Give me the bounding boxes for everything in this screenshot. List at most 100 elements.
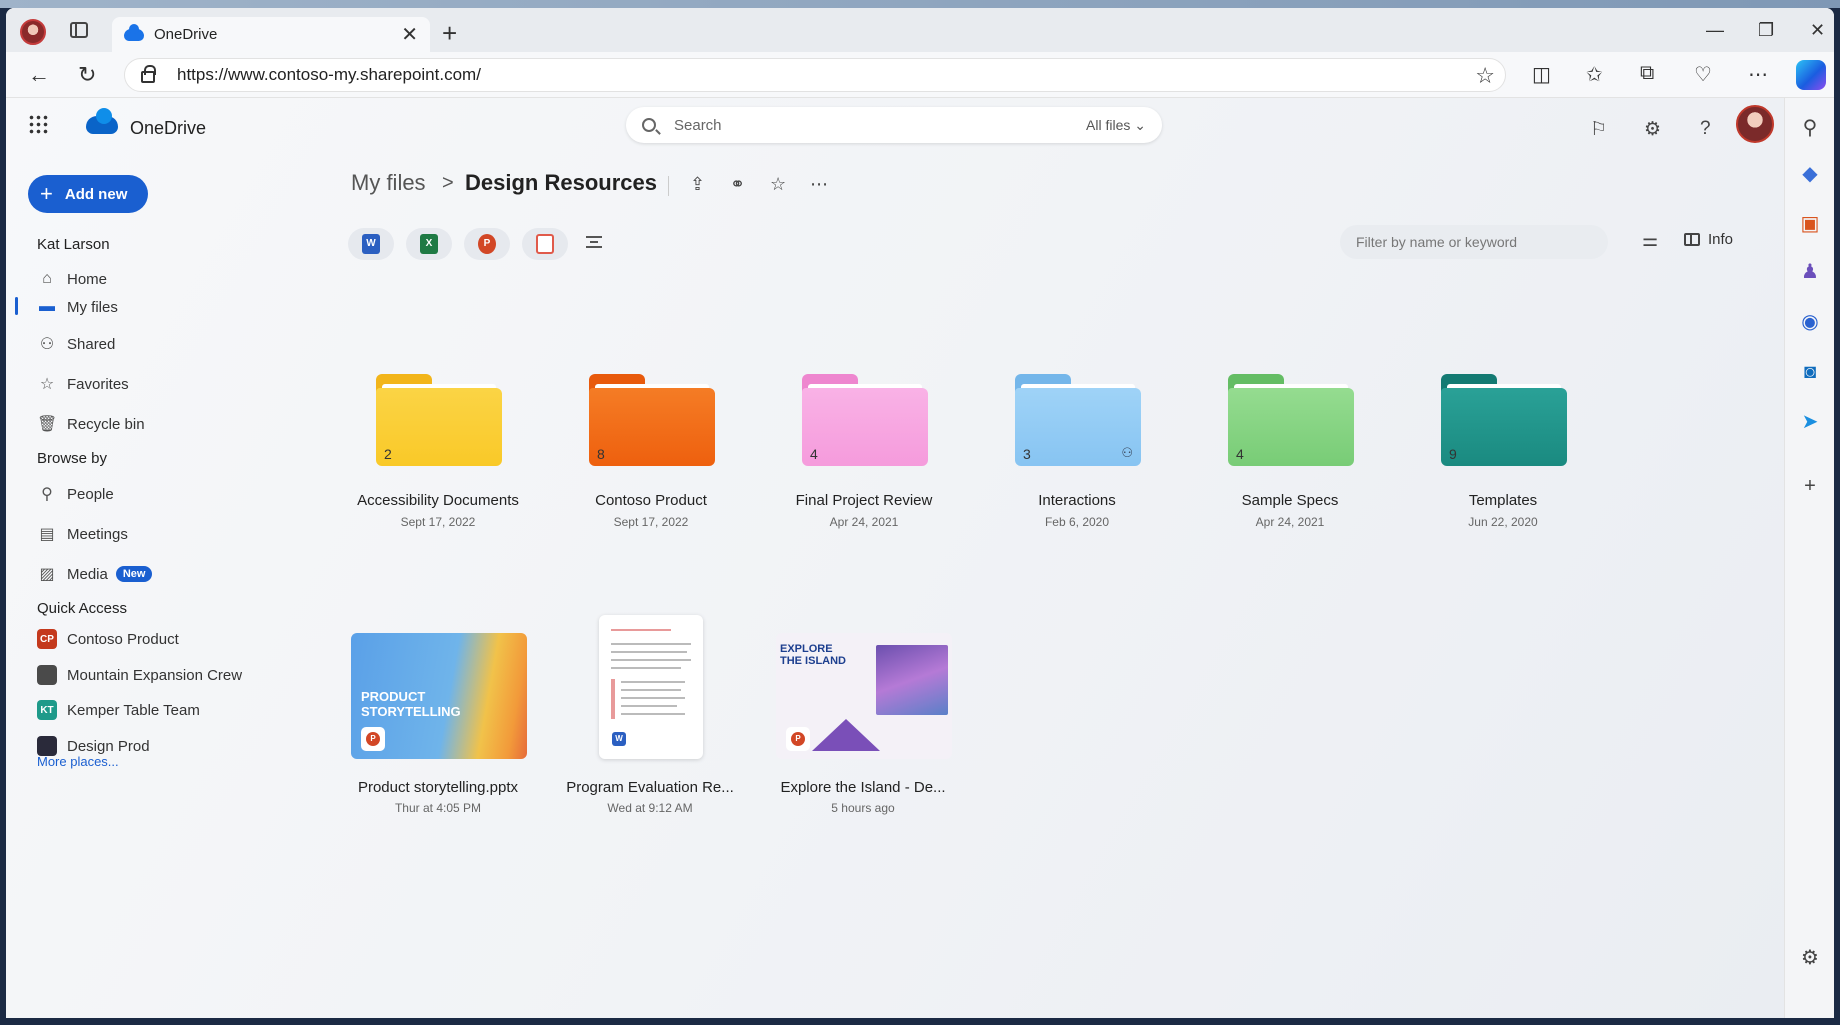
- quick-access-contoso-product[interactable]: CP Contoso Product: [37, 626, 179, 652]
- flag-icon[interactable]: ⚐: [1590, 118, 1607, 141]
- site-logo-icon: CP: [37, 629, 57, 649]
- folder-accessibility-documents[interactable]: 2 Accessibility Documents Sept 17, 2022: [338, 344, 538, 544]
- filter-keyword-input[interactable]: [1340, 225, 1608, 259]
- app-title[interactable]: OneDrive: [130, 118, 206, 139]
- info-button[interactable]: Info: [1684, 231, 1733, 248]
- quick-access-mountain-expansion-crew[interactable]: Mountain Expansion Crew: [37, 662, 242, 688]
- quick-access-kemper-table-team[interactable]: KT Kemper Table Team: [37, 697, 200, 723]
- help-icon[interactable]: ?: [1700, 118, 1711, 140]
- sidebar-item-label: Meetings: [67, 525, 128, 543]
- search-icon[interactable]: ⚲: [1798, 116, 1822, 140]
- file-date: Wed at 9:12 AM: [607, 801, 693, 815]
- sidebar-item-people[interactable]: ⚲ People: [37, 481, 114, 507]
- collections-icon[interactable]: ⧉: [1640, 62, 1654, 85]
- tab-actions-icon[interactable]: [70, 22, 88, 38]
- powerpoint-icon: P: [361, 727, 385, 751]
- sidebar-item-my-files[interactable]: ▬ My files: [37, 294, 118, 320]
- folder-name: Sample Specs: [1241, 492, 1339, 509]
- close-window-button[interactable]: ✕: [1810, 20, 1825, 41]
- folder-date: Sept 17, 2022: [400, 515, 476, 529]
- settings-gear-icon[interactable]: ⚙: [1798, 946, 1822, 970]
- new-tab-button[interactable]: +: [442, 18, 457, 49]
- app-launcher-icon[interactable]: [28, 114, 48, 134]
- new-badge: New: [115, 566, 153, 582]
- settings-gear-icon[interactable]: ⚙: [1644, 118, 1661, 141]
- file-explore-the-island[interactable]: EXPLORE THE ISLAND P Explore the Island -…: [756, 603, 956, 815]
- sidebar-item-media[interactable]: ▨ Media New: [37, 561, 153, 587]
- browser-essentials-icon[interactable]: ♡: [1694, 62, 1712, 87]
- quick-access-heading: Quick Access: [37, 600, 128, 617]
- tag-icon[interactable]: ◆: [1798, 162, 1822, 186]
- sidebar-item-shared[interactable]: ⚇ Shared: [37, 331, 116, 357]
- pdf-filter-button[interactable]: [522, 228, 568, 260]
- persona-icon[interactable]: ♟: [1798, 260, 1822, 284]
- folder-contoso-product[interactable]: 8 Contoso Product Sept 17, 2022: [551, 344, 751, 544]
- folder-final-project-review[interactable]: 4 Final Project Review Apr 24, 2021: [764, 344, 964, 544]
- browse-by-heading: Browse by: [37, 450, 108, 467]
- favorite-star-icon[interactable]: ☆: [770, 174, 786, 195]
- active-indicator: [15, 297, 18, 315]
- tab-close-icon[interactable]: ✕: [401, 22, 418, 47]
- back-arrow-icon[interactable]: ←: [28, 62, 50, 88]
- folder-templates[interactable]: 9 Templates Jun 22, 2020: [1403, 344, 1603, 544]
- folder-sample-specs[interactable]: 4 Sample Specs Apr 24, 2021: [1190, 344, 1390, 544]
- thumbnail-title: PRODUCT STORYTELLING: [361, 689, 461, 719]
- shared-people-icon: ⚇: [1121, 445, 1133, 460]
- filter-icon[interactable]: [586, 236, 602, 248]
- tab-onedrive[interactable]: OneDrive ✕: [112, 17, 430, 52]
- search-placeholder: Search: [674, 116, 722, 134]
- sidebar-item-favorites[interactable]: ☆ Favorites: [37, 371, 129, 397]
- view-options-icon[interactable]: ⚌: [1642, 230, 1658, 251]
- sidebar-item-label: Shared: [67, 335, 116, 353]
- sidebar-item-home[interactable]: ⌂ Home: [37, 266, 107, 292]
- folder-icon: 3 ⚇: [1015, 374, 1141, 466]
- word-filter-button[interactable]: W: [348, 228, 394, 260]
- excel-filter-button[interactable]: X: [406, 228, 452, 260]
- refresh-icon[interactable]: ↻: [78, 62, 96, 88]
- desktop-background: [0, 0, 1840, 8]
- lock-icon: [141, 65, 156, 83]
- split-screen-icon[interactable]: ◫: [1532, 62, 1551, 87]
- folder-date: Jun 22, 2020: [1468, 515, 1538, 529]
- tab-strip: OneDrive ✕ + — ❐ ✕: [6, 8, 1834, 52]
- share-icon[interactable]: ⇪: [690, 174, 705, 195]
- trash-icon: 🗑: [37, 416, 58, 433]
- copilot-icon[interactable]: [1796, 60, 1826, 90]
- more-options-icon[interactable]: ⋯: [1748, 62, 1768, 87]
- folder-interactions[interactable]: 3 ⚇ Interactions Feb 6, 2020: [977, 344, 1177, 544]
- breadcrumb-my-files[interactable]: My files: [351, 170, 426, 196]
- file-product-storytelling[interactable]: PRODUCT STORYTELLING P Product storytelli…: [331, 603, 531, 815]
- favorite-star-icon[interactable]: ☆: [1475, 63, 1495, 89]
- folder-date: Feb 6, 2020: [1044, 515, 1110, 529]
- onedrive-app: OneDrive Search All files ⌄ ⚐ ⚙ ? + Add …: [6, 98, 1784, 1018]
- office-icon[interactable]: ◉: [1798, 310, 1822, 334]
- address-bar[interactable]: https://www.contoso-my.sharepoint.com/ ☆: [124, 58, 1506, 92]
- toolbox-icon[interactable]: ▣: [1798, 212, 1822, 236]
- search-box[interactable]: Search All files ⌄: [626, 107, 1162, 143]
- profile-avatar[interactable]: [20, 19, 46, 45]
- file-program-evaluation[interactable]: W Program Evaluation Re... Wed at 9:12 A…: [543, 603, 743, 815]
- sidebar-item-recycle-bin[interactable]: 🗑 Recycle bin: [37, 411, 145, 437]
- maximize-button[interactable]: ❐: [1758, 20, 1774, 41]
- add-icon[interactable]: +: [1798, 474, 1822, 498]
- file-name: Explore the Island - De...: [780, 779, 946, 796]
- sidebar-item-meetings[interactable]: ▤ Meetings: [37, 521, 128, 547]
- folder-date: Apr 24, 2021: [1255, 515, 1325, 529]
- folder-name: Contoso Product: [595, 492, 707, 509]
- item-count: 9: [1449, 446, 1457, 462]
- account-avatar[interactable]: [1736, 105, 1774, 143]
- add-new-button[interactable]: + Add new: [28, 175, 148, 213]
- minimize-button[interactable]: —: [1706, 20, 1724, 41]
- favorites-icon[interactable]: ✩: [1586, 62, 1603, 87]
- more-actions-icon[interactable]: ⋯: [810, 174, 828, 195]
- search-icon: [642, 118, 656, 132]
- folder-icon: 8: [589, 374, 715, 466]
- outlook-icon[interactable]: ◙: [1798, 360, 1822, 384]
- powerpoint-icon: P: [786, 727, 810, 751]
- more-places-link[interactable]: More places...: [37, 754, 119, 769]
- send-icon[interactable]: ➤: [1798, 410, 1822, 434]
- copy-link-icon[interactable]: ⚭: [730, 174, 745, 195]
- page-title: Design Resources: [465, 170, 657, 195]
- search-scope-dropdown[interactable]: All files ⌄: [1086, 117, 1146, 134]
- powerpoint-filter-button[interactable]: P: [464, 228, 510, 260]
